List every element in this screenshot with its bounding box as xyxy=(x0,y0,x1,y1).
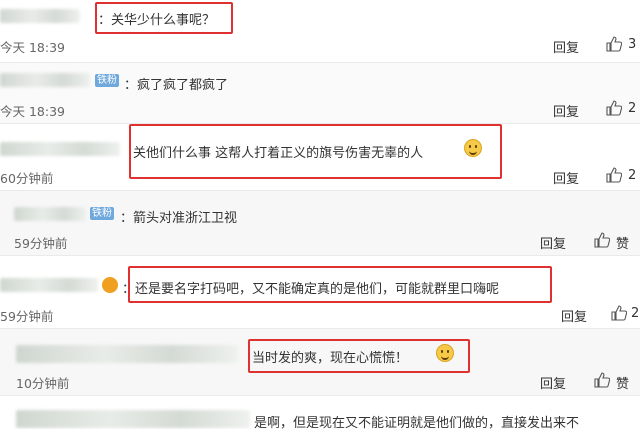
thumbs-up-icon[interactable] xyxy=(606,36,622,52)
thumbs-up-icon[interactable] xyxy=(594,232,610,248)
like-count: 2 xyxy=(628,168,637,183)
comment-text: ：箭头对准浙江卫视 xyxy=(120,211,238,226)
comment-time: 今天 18:39 xyxy=(0,104,65,119)
thumbs-up-icon[interactable] xyxy=(594,372,610,388)
comment-text: 关他们什么事 这帮人打着正义的旗号伤害无辜的人 xyxy=(133,146,424,161)
reply-button[interactable]: 回复 xyxy=(553,101,579,120)
reply-button[interactable]: 回复 xyxy=(561,306,587,325)
reply-button[interactable]: 回复 xyxy=(540,373,566,392)
comment-2: 铁粉 ：疯了疯了都疯了 今天 18:39 回复 2 xyxy=(0,63,640,123)
blurred-username xyxy=(14,207,86,221)
blurred-username xyxy=(0,142,120,156)
comment-text: 当时发的爽，现在心慌慌！ xyxy=(252,351,409,366)
blurred-username xyxy=(16,410,250,428)
fan-badge: 铁粉 xyxy=(95,74,119,87)
blurred-username xyxy=(16,345,238,363)
fan-badge: 铁粉 xyxy=(90,207,114,220)
smile-emoji-icon xyxy=(464,139,482,157)
wink-emoji-icon xyxy=(436,344,454,362)
reply-button[interactable]: 回复 xyxy=(553,37,579,56)
like-count: 2 xyxy=(631,306,640,321)
comment-time: 59分钟前 xyxy=(0,309,54,324)
comment-7: 是啊，但是现在又不能证明就是他们做的，直接发出来不 xyxy=(0,396,640,429)
comment-5: ：还是要名字打码吧，又不能确定真的是他们，可能就群里口嗨呢 59分钟前 回复 2 xyxy=(0,256,640,328)
like-count: 3 xyxy=(628,37,637,52)
reply-button[interactable]: 回复 xyxy=(540,233,566,252)
thumbs-up-icon[interactable] xyxy=(606,100,622,116)
comment-text: ：还是要名字打码吧，又不能确定真的是他们，可能就群里口嗨呢 xyxy=(122,282,500,297)
comment-4: 铁粉 ：箭头对准浙江卫视 59分钟前 回复 赞 xyxy=(0,191,640,255)
blurred-username xyxy=(0,9,80,23)
comment-time: 60分钟前 xyxy=(0,171,54,186)
like-label: 赞 xyxy=(616,377,630,392)
blurred-username xyxy=(0,278,98,292)
like-count: 2 xyxy=(628,101,637,116)
comment-1: ：关华少什么事呢？ 今天 18:39 回复 3 xyxy=(0,0,640,62)
reply-button[interactable]: 回复 xyxy=(553,168,579,187)
comment-3: 关他们什么事 这帮人打着正义的旗号伤害无辜的人 60分钟前 回复 2 xyxy=(0,124,640,190)
blurred-username xyxy=(0,73,90,87)
like-label: 赞 xyxy=(616,237,630,252)
thumbs-up-icon[interactable] xyxy=(606,167,622,183)
comment-text: ：疯了疯了都疯了 xyxy=(124,78,229,93)
emoji-icon xyxy=(102,277,118,293)
comment-time: 今天 18:39 xyxy=(0,40,65,55)
comment-time: 10分钟前 xyxy=(16,376,70,391)
comment-text: 是啊，但是现在又不能证明就是他们做的，直接发出来不 xyxy=(254,416,580,429)
comment-6: 当时发的爽，现在心慌慌！ 10分钟前 回复 赞 xyxy=(0,329,640,395)
comment-time: 59分钟前 xyxy=(14,236,68,251)
thumbs-up-icon[interactable] xyxy=(611,305,627,321)
comment-text: ：关华少什么事呢？ xyxy=(98,13,216,28)
